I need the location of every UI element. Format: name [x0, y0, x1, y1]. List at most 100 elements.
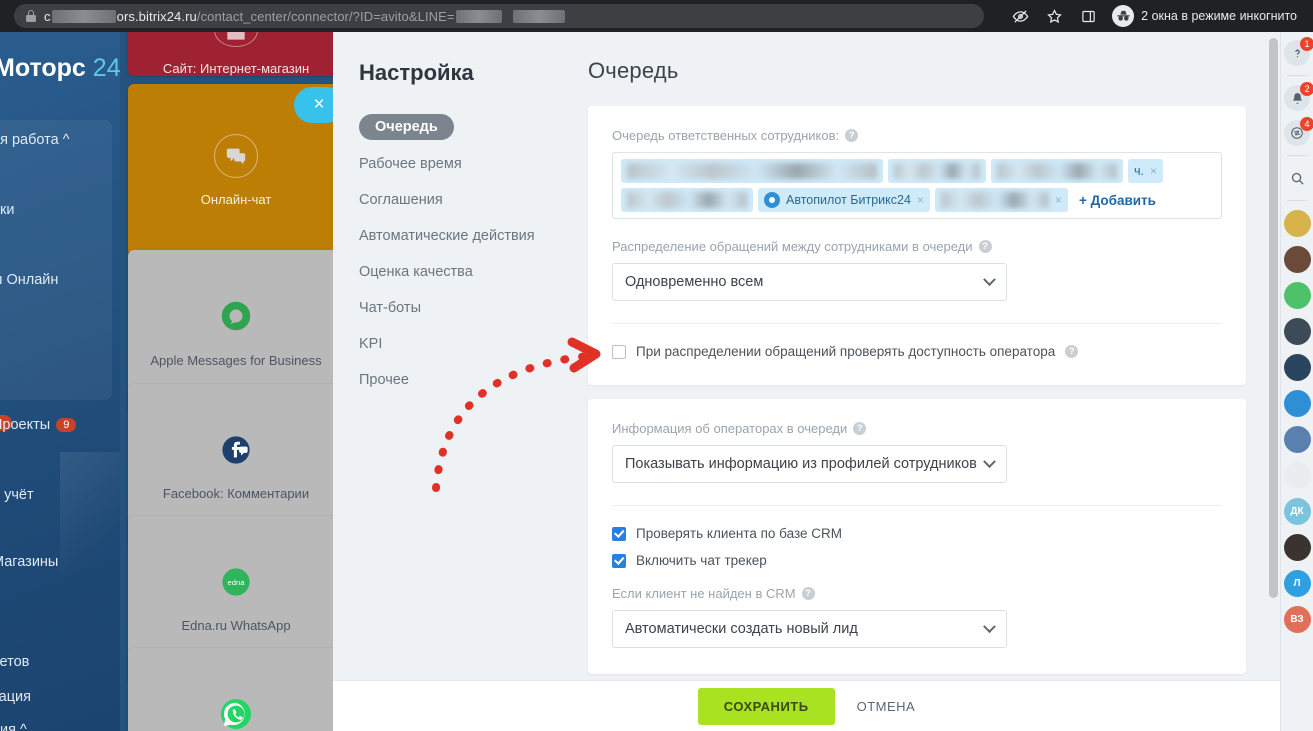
- bitrix-nav-item-1[interactable]: нки: [0, 202, 14, 218]
- crm-check-row[interactable]: Проверять клиента по базе CRM: [612, 526, 1222, 541]
- add-employee-link[interactable]: + Добавить: [1079, 193, 1156, 208]
- avatar-gear[interactable]: [1284, 390, 1311, 417]
- bitrix-nav-item-label: ния ^: [0, 722, 27, 731]
- crm-check-checkbox[interactable]: [612, 527, 626, 541]
- messenger-badge: 4: [1300, 117, 1313, 131]
- bitrix-nav-item-4[interactable]: Проекты9: [0, 417, 76, 433]
- queue-tag-input[interactable]: ч.×Автопилот Битрикс24××+ Добавить: [612, 152, 1222, 219]
- star-icon[interactable]: [1037, 0, 1071, 32]
- eye-off-icon[interactable]: [1003, 0, 1037, 32]
- queue-tag-1[interactable]: [888, 159, 986, 183]
- nav-decoration: [60, 452, 120, 572]
- bitrix-nav-item-label: ая работа ^: [0, 132, 70, 148]
- modal-scrollbar[interactable]: [1269, 38, 1278, 598]
- remove-tag-icon[interactable]: ×: [1150, 164, 1157, 178]
- queue-tag-0[interactable]: [621, 159, 883, 183]
- avatar-green-card[interactable]: [1284, 282, 1311, 309]
- messenger-icon[interactable]: 4: [1284, 120, 1310, 146]
- bitrix-nav-item-9[interactable]: зация: [0, 689, 31, 705]
- queue-tag-2[interactable]: [991, 159, 1123, 183]
- chat-tracker-checkbox[interactable]: [612, 554, 626, 568]
- queue-tag-4[interactable]: [621, 188, 753, 212]
- bitrix-nav-item-5[interactable]: й учёт: [0, 487, 34, 503]
- cancel-button[interactable]: ОТМЕНА: [857, 699, 916, 714]
- settings-menu-item-label: Соглашения: [359, 192, 443, 208]
- chat-tracker-row[interactable]: Включить чат трекер: [612, 553, 1222, 568]
- avatar-woman-2[interactable]: [1284, 534, 1311, 561]
- settings-menu-item-4[interactable]: Оценка качества: [359, 257, 576, 287]
- chat-bubbles-icon: [214, 134, 258, 178]
- help-icon[interactable]: 1: [1284, 40, 1310, 66]
- availability-checkbox[interactable]: [612, 345, 626, 359]
- availability-check-row[interactable]: При распределении обращений проверять до…: [612, 344, 1222, 359]
- card-divider: [612, 323, 1222, 324]
- settings-menu-item-3[interactable]: Автоматические действия: [359, 221, 576, 251]
- help-tooltip-icon[interactable]: ?: [853, 422, 866, 435]
- client-not-found-select[interactable]: Автоматически создать новый лид: [612, 610, 1007, 648]
- logo-number: 24: [93, 54, 120, 82]
- settings-menu-item-label: Очередь: [375, 119, 438, 135]
- settings-menu-item-0[interactable]: Очередь: [359, 114, 454, 140]
- settings-modal: Настройка ОчередьРабочее времяСоглашения…: [333, 32, 1280, 731]
- settings-menu-item-6[interactable]: KPI: [359, 329, 576, 359]
- side-panel-icon[interactable]: [1071, 0, 1105, 32]
- apple-messages-icon: [218, 298, 254, 339]
- bell-icon[interactable]: 2: [1284, 85, 1310, 111]
- settings-menu-item-label: KPI: [359, 336, 382, 352]
- url-domain: ors.bitrix24.ru: [117, 9, 197, 24]
- distribution-select[interactable]: Одновременно всем: [612, 263, 1007, 301]
- incognito-indicator[interactable]: 2 окна в режиме инкогнито: [1109, 3, 1307, 29]
- queue-tag-6[interactable]: ×: [935, 188, 1068, 212]
- operator-info-select[interactable]: Показывать информацию из профилей сотруд…: [612, 445, 1007, 483]
- avatar-operator[interactable]: [1284, 462, 1311, 489]
- avatar-group[interactable]: [1284, 210, 1311, 237]
- connector-card-label: Сайт: Интернет-магазин: [155, 61, 317, 76]
- bitrix-nav-item-10[interactable]: ния ^: [0, 722, 27, 731]
- browser-actions: 2 окна в режиме инкогнито: [1003, 0, 1313, 32]
- bitrix-nav-item-label: ы Онлайн: [0, 272, 58, 288]
- queue-card: Очередь ответственных сотрудников: ? ч.×…: [588, 106, 1246, 385]
- help-tooltip-icon[interactable]: ?: [979, 240, 992, 253]
- queue-tag-redacted-name: [894, 163, 980, 179]
- settings-menu-item-label: Прочее: [359, 372, 409, 388]
- avatar-vz[interactable]: ВЗ: [1284, 606, 1311, 633]
- bitrix-nav-item-0[interactable]: ая работа ^: [0, 132, 70, 148]
- whatsapp-icon: [218, 696, 254, 731]
- avatar-l[interactable]: Л: [1284, 570, 1311, 597]
- save-button[interactable]: СОХРАНИТЬ: [698, 688, 835, 725]
- avatar-group-chat[interactable]: [1284, 426, 1311, 453]
- avatar-dk[interactable]: ДК: [1284, 498, 1311, 525]
- remove-tag-icon[interactable]: ×: [917, 193, 924, 207]
- bitrix-nav-item-label: четов: [0, 654, 29, 670]
- address-bar[interactable]: с ors.bitrix24.ru /contact_center/connec…: [14, 4, 984, 28]
- avatar-woman-1[interactable]: [1284, 246, 1311, 273]
- remove-tag-icon[interactable]: ×: [1055, 193, 1062, 207]
- client-not-found-value: Автоматически создать новый лид: [625, 621, 858, 637]
- bitrix-nav-item-7[interactable]: Магазины: [0, 554, 58, 570]
- bitrix-nav-item-3[interactable]: ы Онлайн: [0, 272, 58, 288]
- settings-menu-item-7[interactable]: Прочее: [359, 365, 576, 395]
- bitrix-nav-item-label: Проекты: [0, 417, 50, 433]
- help-tooltip-icon[interactable]: ?: [1065, 345, 1078, 358]
- client-not-found-label: Если клиент не найден в CRM: [612, 586, 796, 601]
- settings-menu-item-5[interactable]: Чат-боты: [359, 293, 576, 323]
- rail-divider-2: [1287, 155, 1307, 156]
- settings-menu-item-label: Оценка качества: [359, 264, 473, 280]
- queue-tag-3[interactable]: ч. ×: [1128, 159, 1163, 183]
- connector-card-5[interactable]: ChatApp - WABA: [128, 648, 344, 731]
- queue-tag-5[interactable]: Автопилот Битрикс24×: [758, 188, 930, 212]
- avatar-man-1[interactable]: [1284, 318, 1311, 345]
- help-tooltip-icon[interactable]: ?: [845, 129, 858, 142]
- settings-menu-item-1[interactable]: Рабочее время: [359, 149, 576, 179]
- close-icon: ×: [313, 94, 324, 116]
- bitrix-nav-item-8[interactable]: четов: [0, 654, 29, 670]
- settings-menu-item-2[interactable]: Соглашения: [359, 185, 576, 215]
- queue-tag-label: ч.: [1134, 164, 1144, 178]
- help-tooltip-icon[interactable]: ?: [802, 587, 815, 600]
- search-icon[interactable]: [1284, 165, 1310, 191]
- queue-tag-redacted-name: [627, 163, 877, 179]
- bitrix-logo[interactable]: Моторс 24: [0, 54, 120, 83]
- avatar-man-2[interactable]: [1284, 354, 1311, 381]
- modal-footer: СОХРАНИТЬ ОТМЕНА: [333, 680, 1280, 731]
- queue-tag-redacted-name: [997, 163, 1117, 179]
